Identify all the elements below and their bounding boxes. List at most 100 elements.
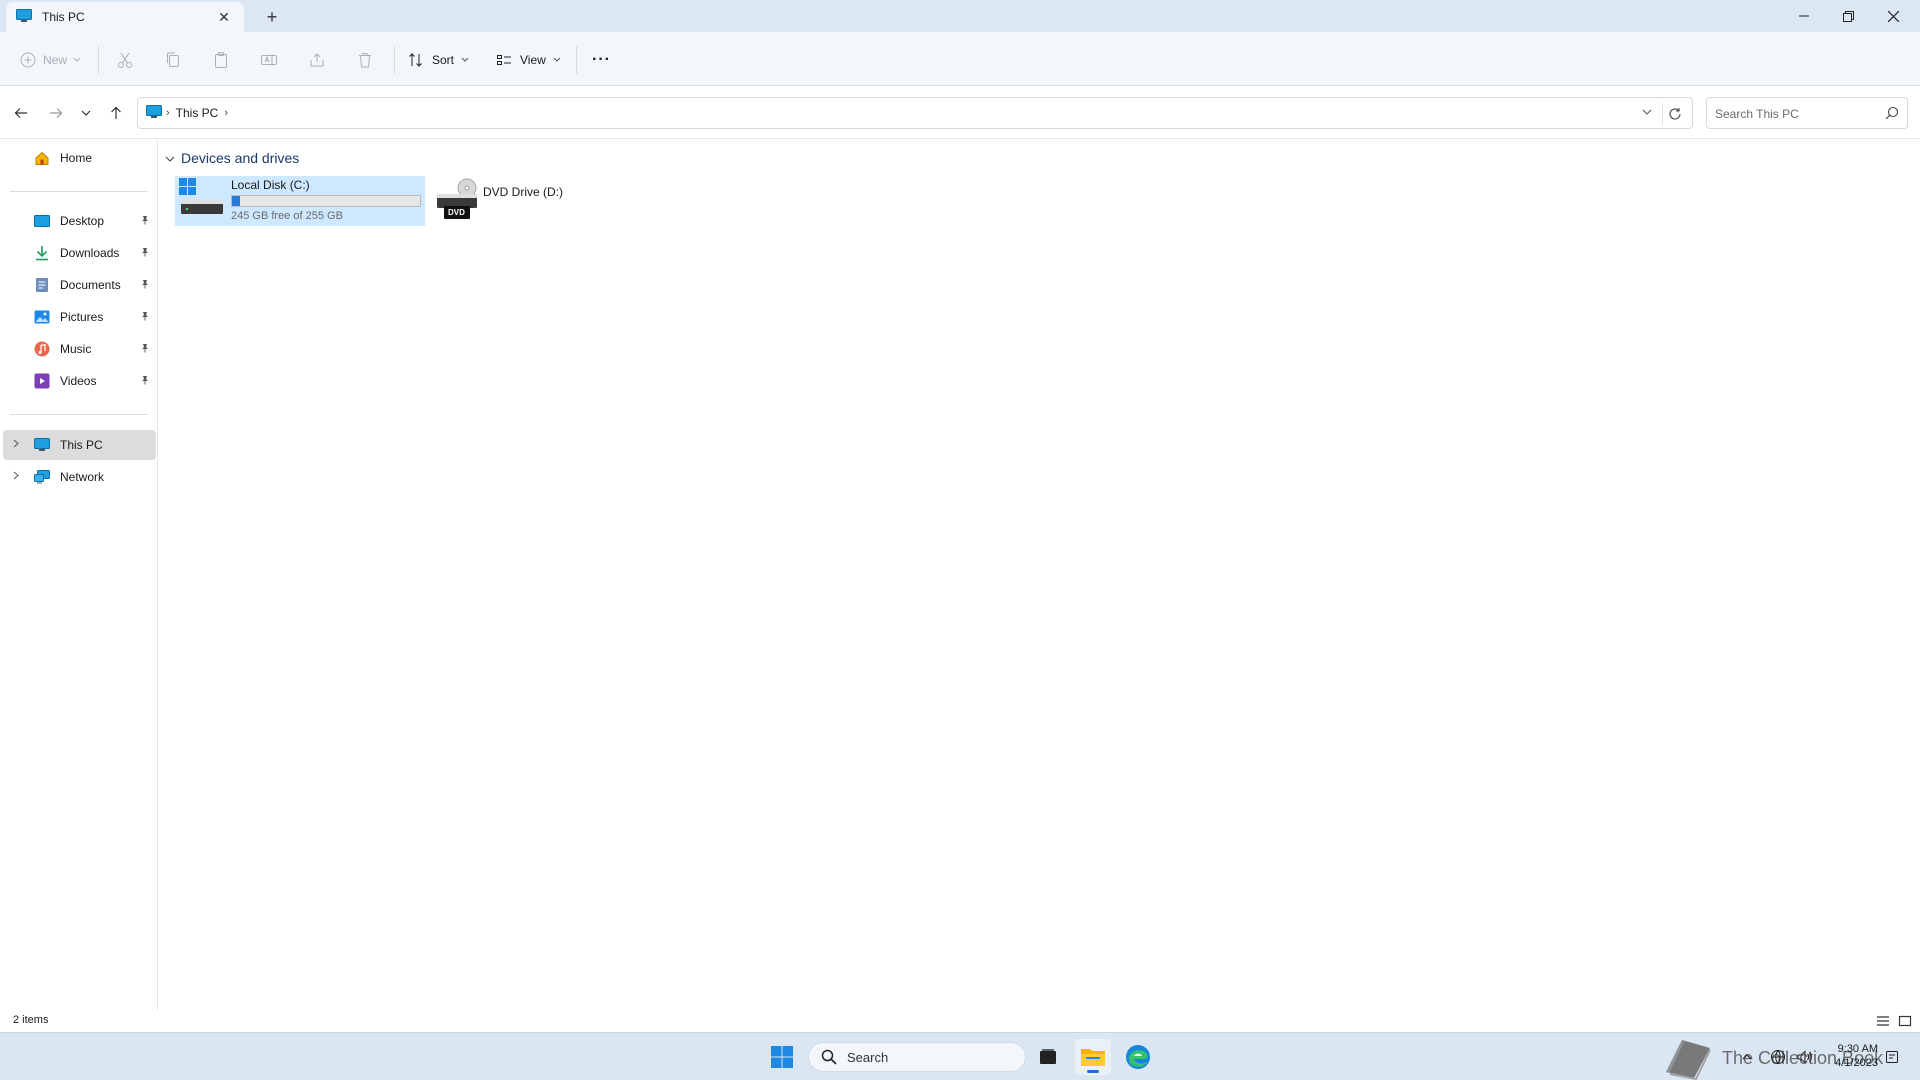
- pin-icon[interactable]: [140, 375, 150, 388]
- sidebar-item-label: Documents: [60, 278, 121, 292]
- windows-logo-icon: [771, 1046, 793, 1068]
- pin-icon[interactable]: [140, 311, 150, 324]
- title-bar: This PC ✕ +: [0, 0, 1920, 32]
- rename-button[interactable]: [260, 45, 278, 75]
- delete-button[interactable]: [356, 45, 374, 75]
- monitor-icon: [33, 436, 51, 454]
- address-bar[interactable]: › This PC ›: [137, 97, 1693, 129]
- copy-button[interactable]: [164, 45, 182, 75]
- chevron-right-icon[interactable]: [13, 471, 19, 483]
- sidebar-item-label: Downloads: [60, 246, 120, 260]
- status-bar: 2 items: [0, 1010, 1920, 1032]
- restore-button[interactable]: [1826, 0, 1871, 32]
- chevron-down-icon: [73, 57, 81, 62]
- taskbar-search-label: Search: [847, 1049, 889, 1065]
- drive-name: Local Disk (C:): [231, 178, 310, 192]
- new-label: New: [43, 53, 68, 67]
- sort-button[interactable]: Sort: [408, 45, 469, 75]
- taskbar: Search The Collection Book 9:30 AM 4/1/2…: [0, 1032, 1920, 1080]
- arrow-up-icon: [111, 106, 121, 119]
- recent-locations-button[interactable]: [74, 101, 98, 125]
- search-box[interactable]: [1706, 97, 1908, 129]
- task-view-button[interactable]: [1030, 1039, 1066, 1075]
- search-icon[interactable]: [1885, 106, 1899, 123]
- view-button[interactable]: View: [496, 45, 561, 75]
- search-input[interactable]: [1715, 105, 1875, 123]
- clipboard-icon: [215, 52, 227, 68]
- rename-icon: [261, 54, 277, 66]
- tiles-icon: [1898, 1015, 1912, 1027]
- monitor-icon: [16, 8, 32, 26]
- sort-icon: [409, 53, 422, 67]
- tiles-view-button[interactable]: [1896, 1013, 1914, 1029]
- drive-local-disk-c[interactable]: Local Disk (C:) 245 GB free of 255 GB: [175, 176, 425, 226]
- sidebar-item-label: Music: [60, 342, 92, 356]
- notification-button[interactable]: [1884, 1033, 1900, 1080]
- start-button[interactable]: [764, 1039, 800, 1075]
- minimize-button[interactable]: [1781, 0, 1826, 32]
- address-history-button[interactable]: [1642, 105, 1652, 119]
- book-icon: [1666, 1040, 1711, 1080]
- breadcrumb-chevron[interactable]: ›: [166, 107, 170, 119]
- details-view-button[interactable]: [1874, 1013, 1892, 1029]
- tab-title: This PC: [42, 10, 85, 24]
- chevron-up-icon: [1742, 1054, 1752, 1060]
- drive-dvd-d[interactable]: DVD DVD Drive (D:): [433, 176, 593, 226]
- sidebar-item-home[interactable]: Home: [20, 143, 156, 173]
- sidebar-item-videos[interactable]: Videos: [20, 366, 156, 396]
- new-button[interactable]: New: [20, 45, 81, 75]
- sidebar-item-label: Network: [60, 470, 105, 484]
- sidebar-item-music[interactable]: Music: [20, 334, 156, 364]
- share-button[interactable]: [308, 45, 326, 75]
- sidebar-item-desktop[interactable]: Desktop: [20, 206, 156, 236]
- system-tray-chevron[interactable]: [1742, 1033, 1752, 1080]
- home-icon: [33, 149, 51, 167]
- close-button[interactable]: [1871, 0, 1916, 32]
- document-icon: [33, 276, 51, 294]
- sidebar-item-label: Pictures: [60, 310, 104, 324]
- back-button[interactable]: [9, 101, 33, 125]
- chevron-down-icon: [1642, 109, 1652, 115]
- command-bar: New Sort View ···: [0, 32, 1920, 86]
- pin-icon[interactable]: [140, 343, 150, 356]
- sidebar-item-downloads[interactable]: Downloads: [20, 238, 156, 268]
- taskbar-file-explorer[interactable]: [1075, 1039, 1111, 1075]
- pin-icon[interactable]: [140, 215, 150, 228]
- drive-name: DVD Drive (D:): [483, 185, 563, 199]
- sidebar-item-this-pc[interactable]: This PC: [3, 430, 156, 460]
- breadcrumb-this-pc[interactable]: This PC: [176, 106, 219, 120]
- pin-icon[interactable]: [140, 279, 150, 292]
- breadcrumb-chevron[interactable]: ›: [224, 107, 228, 119]
- dvd-badge: DVD: [448, 208, 465, 217]
- sidebar-item-pictures[interactable]: Pictures: [20, 302, 156, 332]
- refresh-button[interactable]: [1662, 103, 1686, 125]
- more-options-button[interactable]: ···: [592, 45, 611, 75]
- chevron-right-icon[interactable]: [13, 439, 19, 451]
- paste-button[interactable]: [212, 45, 230, 75]
- task-view-icon: [1040, 1049, 1056, 1064]
- tab-this-pc[interactable]: This PC ✕: [6, 2, 244, 32]
- volume-tray-icon[interactable]: [1796, 1033, 1814, 1080]
- clock[interactable]: 9:30 AM 4/1/2023: [1830, 1042, 1878, 1070]
- taskbar-edge[interactable]: [1120, 1039, 1156, 1075]
- group-title: Devices and drives: [181, 150, 300, 166]
- pin-icon[interactable]: [140, 247, 150, 260]
- edge-browser-icon: [1126, 1045, 1150, 1069]
- sidebar-item-label: This PC: [60, 438, 103, 452]
- drive-usage-bar: [231, 195, 421, 207]
- tab-close-button[interactable]: ✕: [214, 7, 234, 27]
- sidebar-item-documents[interactable]: Documents: [20, 270, 156, 300]
- search-icon: [821, 1049, 837, 1065]
- navigation-pane: Home Desktop Downloads Documents Picture…: [0, 140, 158, 1010]
- cut-button[interactable]: [116, 45, 134, 75]
- scissors-icon: [118, 52, 132, 68]
- view-icon: [497, 55, 511, 65]
- content-pane: Devices and drives Local Disk (C:) 245 G…: [159, 140, 1920, 1010]
- taskbar-search[interactable]: Search: [808, 1042, 1026, 1072]
- sidebar-item-network[interactable]: Network: [3, 462, 156, 492]
- network-tray-icon[interactable]: [1770, 1033, 1786, 1080]
- group-header-devices[interactable]: Devices and drives: [165, 150, 299, 166]
- forward-button[interactable]: [44, 101, 68, 125]
- new-tab-button[interactable]: +: [258, 6, 286, 28]
- up-button[interactable]: [104, 101, 128, 125]
